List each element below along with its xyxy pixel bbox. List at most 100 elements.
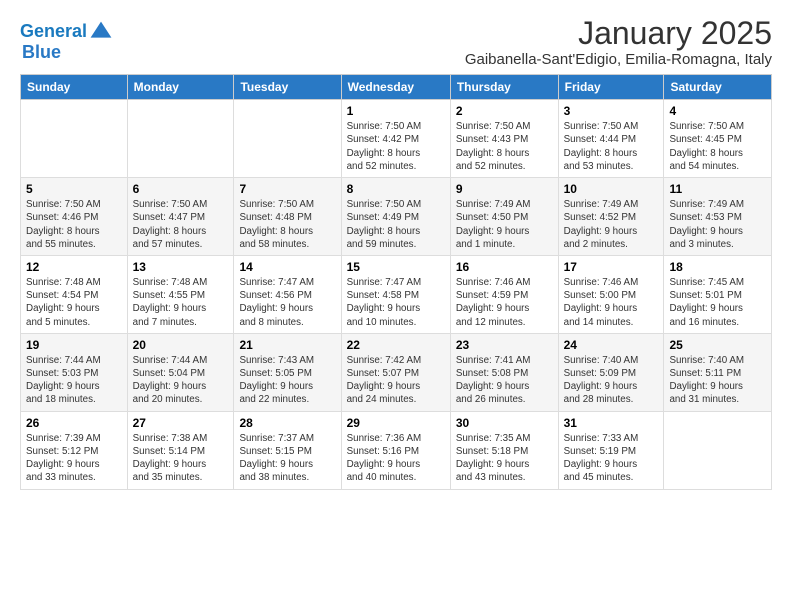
calendar-table: SundayMondayTuesdayWednesdayThursdayFrid… — [20, 74, 772, 489]
day-cell: 14 Sunrise: 7:47 AM Sunset: 4:56 PM Dayli… — [234, 255, 341, 333]
day-info: Sunrise: 7:47 AM Sunset: 4:56 PM Dayligh… — [239, 276, 335, 329]
day-cell: 30 Sunrise: 7:35 AM Sunset: 5:18 PM Dayli… — [450, 411, 558, 489]
day-info: Sunrise: 7:49 AM Sunset: 4:52 PM Dayligh… — [564, 198, 659, 251]
day-info: Sunrise: 7:50 AM Sunset: 4:45 PM Dayligh… — [669, 120, 766, 173]
day-info: Sunrise: 7:37 AM Sunset: 5:15 PM Dayligh… — [239, 432, 335, 485]
day-info: Sunrise: 7:46 AM Sunset: 4:59 PM Dayligh… — [456, 276, 553, 329]
day-cell: 28 Sunrise: 7:37 AM Sunset: 5:15 PM Dayli… — [234, 411, 341, 489]
day-info: Sunrise: 7:46 AM Sunset: 5:00 PM Dayligh… — [564, 276, 659, 329]
day-info: Sunrise: 7:50 AM Sunset: 4:46 PM Dayligh… — [26, 198, 122, 251]
logo: General Blue — [20, 20, 113, 63]
day-cell: 1 Sunrise: 7:50 AM Sunset: 4:42 PM Daylig… — [341, 100, 450, 178]
day-info: Sunrise: 7:40 AM Sunset: 5:11 PM Dayligh… — [669, 354, 766, 407]
day-number: 7 — [239, 182, 335, 196]
day-cell: 4 Sunrise: 7:50 AM Sunset: 4:45 PM Daylig… — [664, 100, 772, 178]
day-cell: 8 Sunrise: 7:50 AM Sunset: 4:49 PM Daylig… — [341, 178, 450, 256]
day-cell — [664, 411, 772, 489]
day-cell — [21, 100, 128, 178]
day-info: Sunrise: 7:49 AM Sunset: 4:50 PM Dayligh… — [456, 198, 553, 251]
day-cell: 12 Sunrise: 7:48 AM Sunset: 4:54 PM Dayli… — [21, 255, 128, 333]
day-cell: 23 Sunrise: 7:41 AM Sunset: 5:08 PM Dayli… — [450, 333, 558, 411]
day-cell: 24Sunrise: 7:40 AM Sunset: 5:09 PM Dayli… — [558, 333, 664, 411]
day-number: 13 — [133, 260, 229, 274]
logo-icon — [89, 20, 113, 44]
day-cell: 25 Sunrise: 7:40 AM Sunset: 5:11 PM Dayli… — [664, 333, 772, 411]
day-cell: 19 Sunrise: 7:44 AM Sunset: 5:03 PM Dayli… — [21, 333, 128, 411]
day-number: 6 — [133, 182, 229, 196]
day-number: 15 — [347, 260, 445, 274]
day-cell: 17Sunrise: 7:46 AM Sunset: 5:00 PM Dayli… — [558, 255, 664, 333]
day-info: Sunrise: 7:39 AM Sunset: 5:12 PM Dayligh… — [26, 432, 122, 485]
day-info: Sunrise: 7:41 AM Sunset: 5:08 PM Dayligh… — [456, 354, 553, 407]
day-cell: 18 Sunrise: 7:45 AM Sunset: 5:01 PM Dayli… — [664, 255, 772, 333]
day-number: 30 — [456, 416, 553, 430]
day-info: Sunrise: 7:48 AM Sunset: 4:54 PM Dayligh… — [26, 276, 122, 329]
day-info: Sunrise: 7:50 AM Sunset: 4:49 PM Dayligh… — [347, 198, 445, 251]
day-cell: 2Sunrise: 7:50 AM Sunset: 4:43 PM Daylig… — [450, 100, 558, 178]
logo-blue: Blue — [22, 42, 113, 63]
day-number: 5 — [26, 182, 122, 196]
page: General Blue January 2025 Gaibanella-San… — [0, 0, 792, 500]
day-cell — [234, 100, 341, 178]
day-number: 21 — [239, 338, 335, 352]
day-number: 16 — [456, 260, 553, 274]
day-cell: 13 Sunrise: 7:48 AM Sunset: 4:55 PM Dayli… — [127, 255, 234, 333]
day-number: 8 — [347, 182, 445, 196]
header: General Blue January 2025 Gaibanella-San… — [20, 16, 772, 68]
day-number: 14 — [239, 260, 335, 274]
day-number: 23 — [456, 338, 553, 352]
header-cell-wednesday: Wednesday — [341, 75, 450, 100]
day-info: Sunrise: 7:50 AM Sunset: 4:48 PM Dayligh… — [239, 198, 335, 251]
day-number: 26 — [26, 416, 122, 430]
day-number: 10 — [564, 182, 659, 196]
day-number: 28 — [239, 416, 335, 430]
day-number: 11 — [669, 182, 766, 196]
day-info: Sunrise: 7:50 AM Sunset: 4:47 PM Dayligh… — [133, 198, 229, 251]
day-cell: 16 Sunrise: 7:46 AM Sunset: 4:59 PM Dayli… — [450, 255, 558, 333]
day-info: Sunrise: 7:50 AM Sunset: 4:43 PM Dayligh… — [456, 120, 553, 173]
day-info: Sunrise: 7:47 AM Sunset: 4:58 PM Dayligh… — [347, 276, 445, 329]
week-row-4: 26 Sunrise: 7:39 AM Sunset: 5:12 PM Dayli… — [21, 411, 772, 489]
day-cell: 6 Sunrise: 7:50 AM Sunset: 4:47 PM Daylig… — [127, 178, 234, 256]
day-number: 9 — [456, 182, 553, 196]
day-cell: 11Sunrise: 7:49 AM Sunset: 4:53 PM Dayli… — [664, 178, 772, 256]
day-cell: 27Sunrise: 7:38 AM Sunset: 5:14 PM Dayli… — [127, 411, 234, 489]
day-info: Sunrise: 7:42 AM Sunset: 5:07 PM Dayligh… — [347, 354, 445, 407]
header-cell-saturday: Saturday — [664, 75, 772, 100]
day-info: Sunrise: 7:44 AM Sunset: 5:04 PM Dayligh… — [133, 354, 229, 407]
day-number: 12 — [26, 260, 122, 274]
day-number: 25 — [669, 338, 766, 352]
header-cell-sunday: Sunday — [21, 75, 128, 100]
day-info: Sunrise: 7:44 AM Sunset: 5:03 PM Dayligh… — [26, 354, 122, 407]
day-info: Sunrise: 7:35 AM Sunset: 5:18 PM Dayligh… — [456, 432, 553, 485]
day-cell: 5 Sunrise: 7:50 AM Sunset: 4:46 PM Daylig… — [21, 178, 128, 256]
day-info: Sunrise: 7:50 AM Sunset: 4:44 PM Dayligh… — [564, 120, 659, 173]
main-title: January 2025 — [465, 16, 772, 51]
week-row-3: 19 Sunrise: 7:44 AM Sunset: 5:03 PM Dayli… — [21, 333, 772, 411]
header-cell-tuesday: Tuesday — [234, 75, 341, 100]
day-number: 1 — [347, 104, 445, 118]
day-number: 22 — [347, 338, 445, 352]
week-row-0: 1 Sunrise: 7:50 AM Sunset: 4:42 PM Daylig… — [21, 100, 772, 178]
day-number: 19 — [26, 338, 122, 352]
day-cell: 29Sunrise: 7:36 AM Sunset: 5:16 PM Dayli… — [341, 411, 450, 489]
day-number: 18 — [669, 260, 766, 274]
day-info: Sunrise: 7:50 AM Sunset: 4:42 PM Dayligh… — [347, 120, 445, 173]
day-info: Sunrise: 7:33 AM Sunset: 5:19 PM Dayligh… — [564, 432, 659, 485]
header-cell-monday: Monday — [127, 75, 234, 100]
header-cell-thursday: Thursday — [450, 75, 558, 100]
day-number: 3 — [564, 104, 659, 118]
day-cell: 22 Sunrise: 7:42 AM Sunset: 5:07 PM Dayli… — [341, 333, 450, 411]
day-cell: 15 Sunrise: 7:47 AM Sunset: 4:58 PM Dayli… — [341, 255, 450, 333]
day-cell: 20 Sunrise: 7:44 AM Sunset: 5:04 PM Dayli… — [127, 333, 234, 411]
day-number: 27 — [133, 416, 229, 430]
day-info: Sunrise: 7:45 AM Sunset: 5:01 PM Dayligh… — [669, 276, 766, 329]
title-block: January 2025 Gaibanella-Sant'Edigio, Emi… — [465, 16, 772, 68]
day-number: 24 — [564, 338, 659, 352]
day-cell: 9 Sunrise: 7:49 AM Sunset: 4:50 PM Daylig… — [450, 178, 558, 256]
header-cell-friday: Friday — [558, 75, 664, 100]
day-info: Sunrise: 7:48 AM Sunset: 4:55 PM Dayligh… — [133, 276, 229, 329]
day-number: 4 — [669, 104, 766, 118]
day-number: 20 — [133, 338, 229, 352]
subtitle: Gaibanella-Sant'Edigio, Emilia-Romagna, … — [465, 51, 772, 68]
